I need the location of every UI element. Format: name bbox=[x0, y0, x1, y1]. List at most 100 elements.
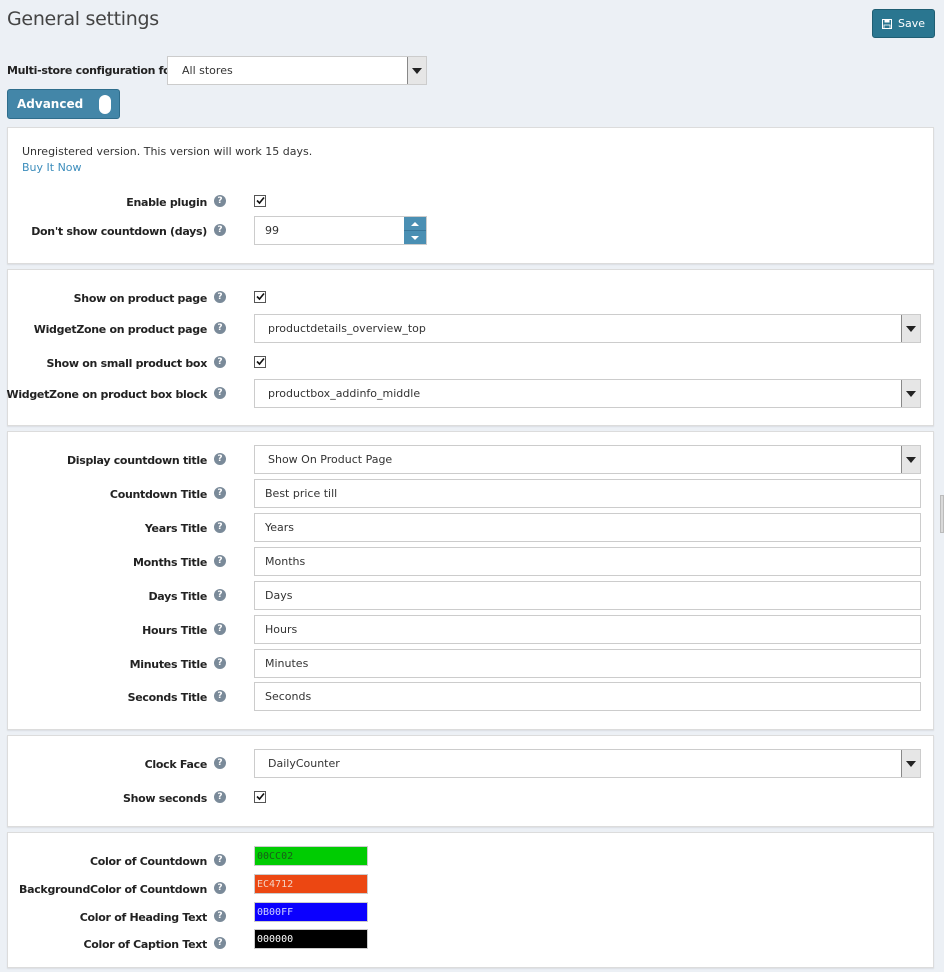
countdown-title-label: Countdown Title bbox=[109, 488, 207, 501]
question-circle-icon[interactable]: ? bbox=[214, 387, 226, 399]
show-on-small-box-checkbox[interactable] bbox=[254, 356, 266, 368]
spinner-down-button[interactable] bbox=[404, 231, 426, 244]
question-circle-icon[interactable]: ? bbox=[214, 487, 226, 499]
widget-zone-product-select[interactable]: productdetails_overview_top bbox=[254, 314, 921, 343]
heading-color-label: Color of Heading Text bbox=[79, 911, 208, 924]
days-title-value: Days bbox=[265, 589, 293, 602]
months-title-label: Months Title bbox=[133, 556, 207, 569]
show-on-product-page-checkbox[interactable] bbox=[254, 291, 266, 303]
clock-face-label: Clock Face bbox=[144, 758, 208, 771]
question-circle-icon[interactable]: ? bbox=[214, 291, 226, 303]
chevron-down-icon[interactable] bbox=[901, 380, 920, 407]
widget-zone-product-value: productdetails_overview_top bbox=[268, 322, 426, 335]
advanced-toggle-label: Advanced bbox=[17, 97, 84, 111]
license-panel: Unregistered version. This version will … bbox=[7, 127, 934, 264]
checkmark-icon bbox=[256, 792, 265, 801]
dont-show-days-label: Don't show countdown (days) bbox=[31, 225, 207, 238]
buy-it-now-link[interactable]: Buy It Now bbox=[22, 161, 82, 174]
question-circle-icon[interactable]: ? bbox=[214, 555, 226, 567]
clock-face-select[interactable]: DailyCounter bbox=[254, 749, 921, 778]
minutes-title-label: Minutes Title bbox=[129, 658, 208, 671]
titles-panel: Display countdown title ? Show On Produc… bbox=[7, 431, 934, 730]
months-title-value: Months bbox=[265, 555, 306, 568]
advanced-toggle[interactable]: Advanced bbox=[7, 89, 120, 119]
days-title-label: Days Title bbox=[148, 590, 207, 603]
store-config-label: Multi-store configuration for bbox=[7, 64, 176, 77]
hours-title-value: Hours bbox=[265, 623, 298, 636]
checkmark-icon bbox=[256, 292, 265, 301]
background-color-label: BackgroundColor of Countdown bbox=[19, 883, 207, 896]
minutes-title-value: Minutes bbox=[265, 657, 309, 670]
background-color-picker[interactable]: EC4712 bbox=[254, 874, 368, 894]
show-seconds-label: Show seconds bbox=[122, 792, 207, 805]
chevron-down-icon[interactable] bbox=[901, 446, 920, 473]
question-circle-icon[interactable]: ? bbox=[214, 791, 226, 803]
years-title-label: Years Title bbox=[144, 522, 207, 535]
question-circle-icon[interactable]: ? bbox=[214, 356, 226, 368]
years-title-input[interactable]: Years bbox=[254, 513, 921, 542]
chevron-down-icon[interactable] bbox=[901, 750, 920, 777]
question-circle-icon[interactable]: ? bbox=[214, 589, 226, 601]
question-circle-icon[interactable]: ? bbox=[214, 224, 226, 236]
floppy-disk-icon bbox=[881, 18, 892, 29]
question-circle-icon[interactable]: ? bbox=[214, 882, 226, 894]
checkmark-icon bbox=[256, 357, 265, 366]
checkmark-icon bbox=[256, 196, 265, 205]
heading-color-picker[interactable]: 0B00FF bbox=[254, 902, 368, 922]
question-circle-icon[interactable]: ? bbox=[214, 521, 226, 533]
colors-panel: Color of Countdown ? 00CC02 BackgroundCo… bbox=[7, 832, 934, 968]
show-on-product-page-label: Show on product page bbox=[73, 292, 208, 305]
display-title-value: Show On Product Page bbox=[268, 453, 393, 466]
store-select-value: All stores bbox=[182, 64, 233, 77]
question-circle-icon[interactable]: ? bbox=[214, 657, 226, 669]
clock-face-value: DailyCounter bbox=[268, 757, 340, 770]
chevron-down-icon[interactable] bbox=[407, 57, 426, 84]
caption-color-picker[interactable]: 000000 bbox=[254, 929, 368, 949]
enable-plugin-label: Enable plugin bbox=[126, 196, 207, 209]
hours-title-input[interactable]: Hours bbox=[254, 615, 921, 644]
show-on-small-box-label: Show on small product box bbox=[46, 357, 207, 370]
display-title-select[interactable]: Show On Product Page bbox=[254, 445, 921, 474]
question-circle-icon[interactable]: ? bbox=[214, 453, 226, 465]
clock-panel: Clock Face ? DailyCounter Show seconds ? bbox=[7, 735, 934, 827]
question-circle-icon[interactable]: ? bbox=[214, 623, 226, 635]
question-circle-icon[interactable]: ? bbox=[214, 854, 226, 866]
store-select[interactable]: All stores bbox=[167, 56, 427, 85]
question-circle-icon[interactable]: ? bbox=[214, 690, 226, 702]
save-button-label: Save bbox=[897, 17, 925, 30]
caption-color-label: Color of Caption Text bbox=[83, 938, 207, 951]
show-seconds-checkbox[interactable] bbox=[254, 791, 266, 803]
widget-zone-box-select[interactable]: productbox_addinfo_middle bbox=[254, 379, 921, 408]
enable-plugin-checkbox[interactable] bbox=[254, 195, 266, 207]
seconds-title-value: Seconds bbox=[265, 690, 312, 703]
countdown-color-picker[interactable]: 00CC02 bbox=[254, 846, 368, 866]
save-button[interactable]: Save bbox=[872, 9, 935, 38]
toggle-knob bbox=[99, 95, 111, 114]
display-title-label: Display countdown title bbox=[66, 454, 207, 467]
scrollbar-thumb[interactable] bbox=[940, 495, 944, 533]
seconds-title-label: Seconds Title bbox=[127, 691, 208, 704]
number-spinner[interactable] bbox=[404, 217, 426, 244]
seconds-title-input[interactable]: Seconds bbox=[254, 682, 921, 711]
placement-panel: Show on product page ? WidgetZone on pro… bbox=[6, 269, 934, 426]
countdown-title-value: Best price till bbox=[265, 487, 338, 500]
spinner-up-button[interactable] bbox=[404, 217, 426, 231]
years-title-value: Years bbox=[265, 521, 295, 534]
question-circle-icon[interactable]: ? bbox=[214, 937, 226, 949]
widget-zone-box-value: productbox_addinfo_middle bbox=[268, 387, 421, 400]
countdown-title-input[interactable]: Best price till bbox=[254, 479, 921, 508]
question-circle-icon[interactable]: ? bbox=[214, 195, 226, 207]
hours-title-label: Hours Title bbox=[142, 624, 207, 637]
chevron-down-icon[interactable] bbox=[901, 315, 920, 342]
countdown-color-label: Color of Countdown bbox=[90, 855, 207, 868]
dont-show-days-input[interactable]: 99 bbox=[254, 216, 427, 245]
widget-zone-product-label: WidgetZone on product page bbox=[33, 323, 208, 336]
question-circle-icon[interactable]: ? bbox=[214, 322, 226, 334]
widget-zone-box-label: WidgetZone on product box block bbox=[6, 388, 207, 401]
question-circle-icon[interactable]: ? bbox=[214, 910, 226, 922]
days-title-input[interactable]: Days bbox=[254, 581, 921, 610]
dont-show-days-value: 99 bbox=[265, 224, 279, 237]
minutes-title-input[interactable]: Minutes bbox=[254, 649, 921, 678]
months-title-input[interactable]: Months bbox=[254, 547, 921, 576]
question-circle-icon[interactable]: ? bbox=[214, 757, 226, 769]
